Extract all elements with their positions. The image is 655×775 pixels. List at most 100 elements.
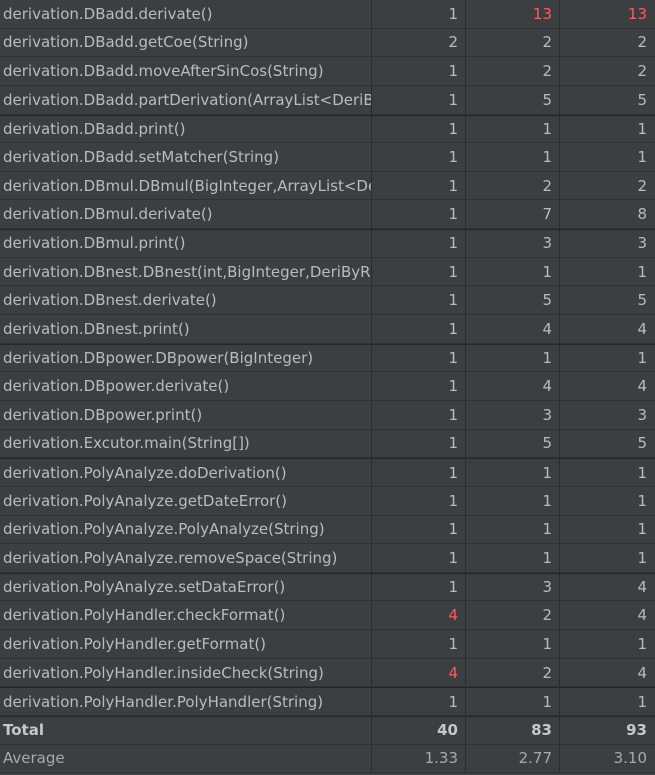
table-row[interactable]: derivation.PolyHandler.checkFormat() 4 2 4 bbox=[0, 601, 655, 631]
ev-cell: 2 bbox=[372, 28, 466, 57]
table-row[interactable]: derivation.DBnest.DBnest(int,BigInteger,… bbox=[0, 257, 655, 287]
v-cell: 1 bbox=[637, 520, 647, 539]
iv-cell: 1 bbox=[466, 257, 560, 286]
ev-cell: 1 bbox=[372, 0, 466, 28]
ev-cell: 1 bbox=[372, 688, 466, 716]
iv-cell: 5 bbox=[466, 85, 560, 114]
ev-cell: 1 bbox=[372, 286, 466, 315]
ev-cell: 1 bbox=[372, 200, 466, 229]
iv-cell: 3 bbox=[466, 573, 560, 601]
iv-cell: 3 bbox=[466, 400, 560, 429]
average-ev: 1.33 bbox=[372, 744, 466, 773]
method-name-cell: derivation.PolyAnalyze.removeSpace(Strin… bbox=[0, 544, 372, 572]
method-name-cell: derivation.DBpower.print() bbox=[0, 400, 372, 429]
table-row[interactable]: derivation.DBmul.derivate() 1 7 8 bbox=[0, 200, 655, 230]
v-cell: 1 bbox=[637, 148, 647, 167]
iv-cell: 1 bbox=[466, 459, 560, 486]
table-row[interactable]: derivation.DBpower.DBpower(BigInteger) 1 1… bbox=[0, 343, 655, 373]
method-name-cell: derivation.PolyAnalyze.getDateError() bbox=[0, 486, 372, 515]
table-row[interactable]: derivation.DBnest.print() 1 4 4 bbox=[0, 315, 655, 344]
ev-cell: 1 bbox=[372, 171, 466, 200]
iv-cell: 1 bbox=[466, 515, 560, 544]
table-row[interactable]: derivation.DBadd.print() 1 1 1 bbox=[0, 114, 655, 144]
v-cell: 4 bbox=[637, 663, 647, 682]
metrics-table: derivation.DBadd.derivate() 1 13 13 derivati… bbox=[0, 0, 655, 774]
iv-cell: 1 bbox=[466, 544, 560, 572]
method-name-cell: derivation.DBnest.derivate() bbox=[0, 286, 372, 315]
table-row[interactable]: derivation.PolyAnalyze.getDateError() 1 1 1 bbox=[0, 486, 655, 516]
iv-cell: 2 bbox=[466, 601, 560, 630]
method-name-cell: derivation.PolyAnalyze.setDataError() bbox=[0, 573, 372, 601]
table-row[interactable]: derivation.DBpower.derivate() 1 4 4 bbox=[0, 372, 655, 401]
method-name-cell: derivation.DBadd.setMatcher(String) bbox=[0, 143, 372, 171]
iv-cell: 5 bbox=[466, 286, 560, 315]
table-row[interactable]: derivation.PolyAnalyze.removeSpace(Strin… bbox=[0, 544, 655, 573]
table-row[interactable]: derivation.PolyHandler.PolyHandler(Strin… bbox=[0, 687, 655, 717]
v-cell: 1 bbox=[637, 692, 647, 711]
v-cell: 1 bbox=[637, 463, 647, 482]
total-v: 93 bbox=[626, 721, 647, 740]
v-cell: 4 bbox=[637, 377, 647, 396]
iv-cell: 2 bbox=[466, 171, 560, 200]
iv-cell: 1 bbox=[466, 486, 560, 515]
average-v: 3.10 bbox=[613, 749, 647, 768]
v-cell: 4 bbox=[637, 319, 647, 338]
ev-cell: 1 bbox=[372, 544, 466, 572]
table-row[interactable]: derivation.DBpower.print() 1 3 3 bbox=[0, 400, 655, 430]
v-cell: 1 bbox=[637, 634, 647, 653]
method-name-cell: derivation.PolyHandler.checkFormat() bbox=[0, 601, 372, 630]
average-row[interactable]: Average 1.33 2.77 3.10 bbox=[0, 744, 655, 774]
ev-cell: 1 bbox=[372, 400, 466, 429]
method-name-cell: derivation.DBadd.partDerivation(ArrayLis… bbox=[0, 85, 372, 114]
table-row[interactable]: derivation.DBmul.DBmul(BigInteger,ArrayL… bbox=[0, 171, 655, 201]
method-name-cell: derivation.DBnest.DBnest(int,BigInteger,… bbox=[0, 257, 372, 286]
table-row[interactable]: derivation.PolyHandler.insideCheck(Strin… bbox=[0, 658, 655, 688]
v-cell: 5 bbox=[637, 434, 647, 453]
table-row[interactable]: derivation.DBnest.derivate() 1 5 5 bbox=[0, 286, 655, 316]
total-ev: 40 bbox=[372, 717, 466, 744]
method-name-cell: derivation.DBadd.print() bbox=[0, 115, 372, 143]
v-cell: 8 bbox=[637, 205, 647, 224]
iv-cell: 4 bbox=[466, 372, 560, 400]
ev-cell: 1 bbox=[372, 230, 466, 257]
ev-cell: 1 bbox=[372, 515, 466, 544]
table-row[interactable]: derivation.Excutor.main(String[]) 1 5 5 bbox=[0, 429, 655, 459]
v-cell: 1 bbox=[637, 491, 647, 510]
v-cell: 3 bbox=[637, 405, 647, 424]
table-row[interactable]: derivation.PolyAnalyze.setDataError() 1 3 4 bbox=[0, 572, 655, 602]
table-row[interactable]: derivation.PolyAnalyze.PolyAnalyze(Strin… bbox=[0, 515, 655, 545]
ev-cell: 1 bbox=[372, 344, 466, 372]
table-row[interactable]: derivation.DBadd.partDerivation(ArrayLis… bbox=[0, 85, 655, 115]
method-name-cell: derivation.DBpower.derivate() bbox=[0, 372, 372, 400]
ev-cell: 1 bbox=[372, 57, 466, 85]
method-name-cell: derivation.DBadd.moveAfterSinCos(String) bbox=[0, 57, 372, 85]
iv-cell: 1 bbox=[466, 344, 560, 372]
method-name-cell: derivation.DBmul.DBmul(BigInteger,ArrayL… bbox=[0, 171, 372, 200]
ev-cell: 1 bbox=[372, 429, 466, 458]
iv-cell: 2 bbox=[466, 658, 560, 687]
table-row[interactable]: derivation.DBadd.setMatcher(String) 1 1 1 bbox=[0, 143, 655, 172]
method-name-cell: derivation.PolyHandler.PolyHandler(Strin… bbox=[0, 688, 372, 716]
v-cell: 2 bbox=[637, 33, 647, 52]
iv-cell: 3 bbox=[466, 230, 560, 257]
method-name-cell: derivation.PolyHandler.insideCheck(Strin… bbox=[0, 658, 372, 687]
table-row[interactable]: derivation.DBadd.moveAfterSinCos(String)… bbox=[0, 57, 655, 86]
ev-cell: 4 bbox=[372, 601, 466, 630]
v-cell: 2 bbox=[637, 62, 647, 81]
iv-cell: 1 bbox=[466, 688, 560, 716]
iv-cell: 1 bbox=[466, 143, 560, 171]
method-name-cell: derivation.DBmul.derivate() bbox=[0, 200, 372, 229]
v-cell: 5 bbox=[637, 291, 647, 310]
table-row[interactable]: derivation.PolyAnalyze.doDerivation() 1 1 1 bbox=[0, 458, 655, 487]
ev-cell: 1 bbox=[372, 143, 466, 171]
table-row[interactable]: derivation.DBadd.getCoe(String) 2 2 2 bbox=[0, 28, 655, 58]
v-cell: 2 bbox=[637, 176, 647, 195]
method-name-cell: derivation.DBadd.getCoe(String) bbox=[0, 28, 372, 57]
ev-cell: 1 bbox=[372, 257, 466, 286]
table-row[interactable]: derivation.DBadd.derivate() 1 13 13 bbox=[0, 0, 655, 29]
ev-cell: 1 bbox=[372, 372, 466, 400]
total-row[interactable]: Total 40 83 93 bbox=[0, 716, 655, 745]
total-label: Total bbox=[0, 717, 372, 744]
table-row[interactable]: derivation.PolyHandler.getFormat() 1 1 1 bbox=[0, 630, 655, 659]
table-row[interactable]: derivation.DBmul.print() 1 3 3 bbox=[0, 229, 655, 258]
